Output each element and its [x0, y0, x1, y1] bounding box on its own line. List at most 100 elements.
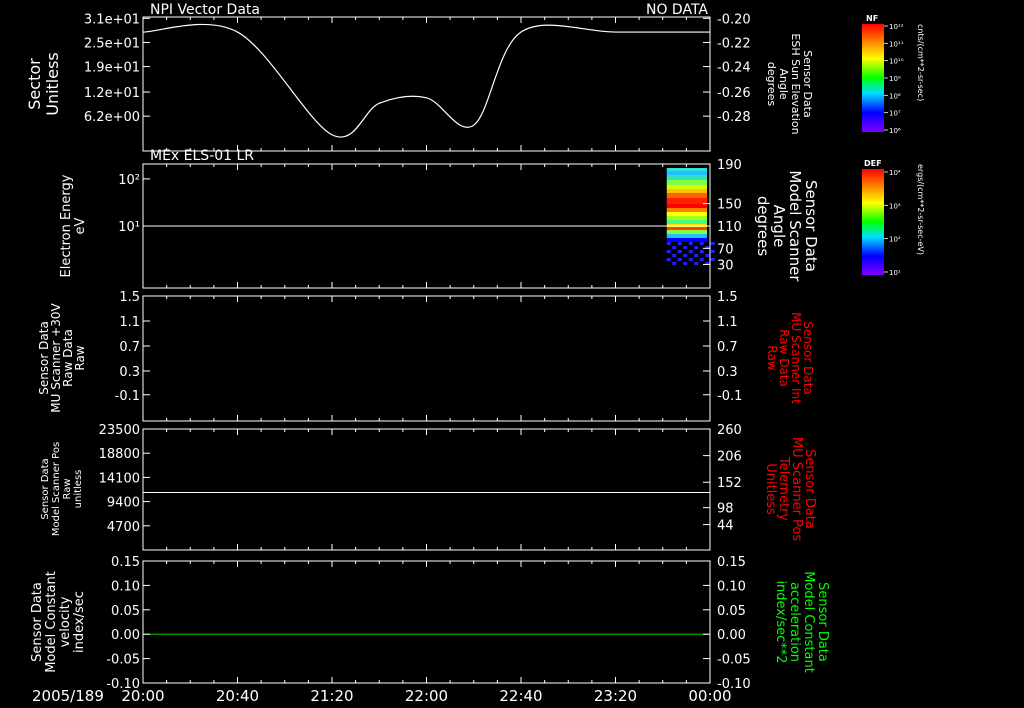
spectrogram-band [666, 216, 707, 220]
colorbar-tick-label: 10³ [889, 202, 901, 210]
right-tick-label: 190 [717, 158, 742, 173]
right-tick-label: -0.20 [717, 12, 751, 27]
svg-text:Unitless: Unitless [763, 463, 778, 515]
colorbar-tick-label: 10⁴ [889, 169, 901, 177]
panel-2-left-label: Electron Energy eV [59, 174, 88, 277]
colorbar-def: DEF 10⁴ 10³ 10² 10¹ ergs/(cm**2-sr-sec-eV) [862, 159, 925, 277]
spectrogram-cell [683, 254, 688, 257]
svg-text:index/sec: index/sec [72, 591, 87, 653]
right-tick-label: 0.7 [717, 340, 738, 355]
colorbar-tick-label: 10¹⁰ [889, 58, 904, 66]
colorbar-tick-label: 10⁸ [889, 92, 901, 100]
colorbar-tick-label: 10⁹ [889, 75, 901, 83]
right-tick-label: -0.1 [717, 389, 742, 404]
spectrogram-cell [699, 242, 704, 245]
spectrogram-cell [699, 258, 704, 261]
right-tick-label: 152 [717, 476, 742, 491]
right-tick-label: 1.1 [717, 315, 738, 330]
svg-text:Raw: Raw [73, 345, 87, 370]
left-tick-label: 10¹ [118, 220, 140, 235]
svg-text:acceleration: acceleration [787, 582, 802, 662]
left-tick-label: 1.5 [119, 290, 140, 305]
spectrogram-cell [672, 246, 677, 249]
panel-3-frame [142, 295, 711, 422]
spectrogram-band [666, 238, 707, 242]
left-tick-label: 23500 [99, 423, 140, 438]
left-tick-label: 3.1e+01 [84, 12, 140, 27]
spectrogram-cell [683, 262, 688, 265]
left-tick-label: 2.5e+01 [84, 36, 140, 51]
x-tick-label: 20:40 [216, 687, 259, 705]
left-tick-label: 1.1 [119, 315, 140, 330]
spectrogram-cell [677, 242, 682, 245]
right-tick-label: -0.24 [717, 61, 751, 76]
left-tick-label: 0.15 [111, 555, 140, 570]
spectrogram-band [666, 171, 707, 175]
left-tick-label: 1.2e+01 [84, 86, 140, 101]
stack-plot: NPI Vector Data NO DATA MEx ELS-01 LR 3.… [25, 2, 925, 705]
spectrogram-band [666, 234, 707, 238]
spectrogram-cell [666, 242, 671, 245]
spectrogram-band [666, 212, 707, 216]
spectrogram-cell [666, 250, 671, 253]
right-tick-label: -0.28 [717, 110, 751, 125]
spectrogram-cell [672, 262, 677, 265]
panel-5-left-label: Sensor Data Model Constant velocity inde… [30, 571, 87, 673]
colorbar-def-unit: ergs/(cm**2-sr-sec-eV) [916, 164, 925, 255]
panel-1-status: NO DATA [646, 2, 708, 18]
x-axis-ticks: 20:00 20:40 21:20 22:00 22:40 23:20 00:00 [121, 687, 731, 705]
svg-text:index/sec**2: index/sec**2 [773, 580, 788, 663]
panel-1-frame [142, 16, 711, 152]
colorbar-def-title: DEF [864, 159, 882, 168]
panel-5-frame [142, 560, 711, 684]
svg-text:Unitless: Unitless [43, 52, 62, 116]
spectrogram-cell [710, 258, 715, 261]
spectrogram-band [666, 230, 707, 234]
spectrogram-cell [705, 254, 710, 257]
left-tick-label: -0.1 [115, 389, 140, 404]
panel-1-right-label: Sensor Data ESH Sun Elevation Angle degr… [765, 33, 814, 134]
panel-1-title: NPI Vector Data [150, 2, 260, 18]
spectrogram-band [666, 220, 707, 224]
colorbar-nf-unit: cnts/(cm**2-sr-sec) [916, 24, 925, 101]
colorbar-tick-label: 10¹¹ [889, 40, 904, 48]
spectrogram-cell [694, 254, 699, 257]
right-tick-label: 0.15 [717, 555, 746, 570]
colorbar-def-ticks: 10⁴ 10³ 10² 10¹ [884, 169, 901, 277]
left-tick-label: 9400 [107, 496, 140, 511]
svg-text:Raw: Raw [62, 478, 73, 499]
left-tick-label: 4700 [107, 520, 140, 535]
svg-text:Sensor Data: Sensor Data [30, 582, 45, 662]
spectrogram-band [666, 175, 707, 180]
right-tick-label: 150 [717, 198, 742, 213]
svg-text:Electron Energy: Electron Energy [59, 174, 74, 277]
colorbar-tick-label: 10¹ [889, 269, 901, 277]
right-tick-label: 98 [717, 502, 734, 517]
panel-4-left-label: Sensor Data Model Scanner Pos Raw unitle… [40, 442, 84, 536]
svg-text:unitless: unitless [73, 470, 84, 509]
panel-5-right-label: Sensor Data Model Constant acceleration … [773, 571, 830, 673]
left-tick-label: 10² [118, 173, 140, 188]
date-label: 2005/189 [32, 687, 104, 705]
spectrogram-cell [683, 246, 688, 249]
colorbar-nf: NF 10¹² 10¹¹ 10¹⁰ 10⁹ 10⁸ 10⁷ 10⁶ cnts/(cm**2-… [862, 14, 925, 135]
right-tick-label: 206 [717, 450, 742, 465]
x-tick-label: 22:00 [405, 687, 448, 705]
panel-2-right-label: Sensor Data Model Scanner Angle degrees [754, 170, 820, 282]
spectrogram-band [666, 189, 707, 193]
svg-text:Model Constant: Model Constant [44, 571, 59, 673]
x-tick-label: 22:40 [499, 687, 542, 705]
right-tick-label: -0.22 [717, 36, 751, 51]
spectrogram-band [666, 208, 707, 212]
spectrogram-cell [677, 250, 682, 253]
right-tick-label: 110 [717, 220, 742, 235]
spectrogram-band [666, 204, 707, 208]
spectrogram-band [666, 180, 707, 185]
svg-text:degrees: degrees [765, 62, 778, 107]
spectrogram-cell [699, 250, 704, 253]
spectrogram-band [666, 227, 707, 230]
colorbar-tick-label: 10⁶ [889, 127, 901, 135]
panel-3-right-label: Sensor Data MU Scanner Int Raw Data Raw [765, 312, 815, 404]
svg-text:Model Constant: Model Constant [801, 571, 816, 673]
right-tick-label: 30 [717, 258, 734, 273]
